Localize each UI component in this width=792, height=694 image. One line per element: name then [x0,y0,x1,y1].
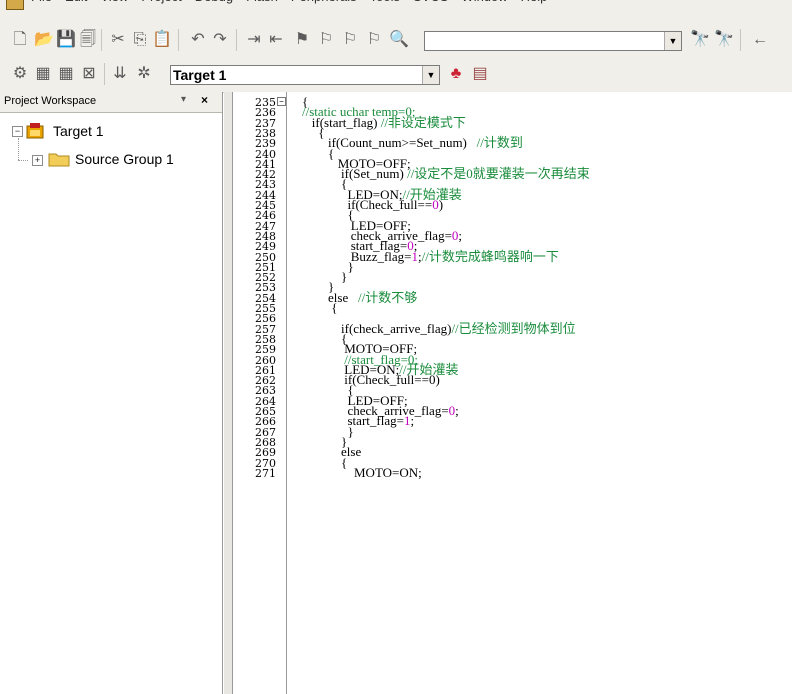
folder-icon [48,153,70,167]
code-comment: //计数完成蜂鸣器响一下 [421,248,559,264]
code-text: MOTO=ON; [302,464,422,480]
toolbar-separator [178,29,179,51]
fold-toggle-icon[interactable]: − [277,97,286,106]
menu-item-window[interactable]: Window [461,0,507,4]
tree-item-target[interactable]: Target 1 [53,123,104,139]
line-number: 271 [255,466,276,480]
line-number-gutter: − 235 236 237 238 239 240 241 242 243 244 245 246 24… [232,92,287,694]
download-icon[interactable]: ⇊ [110,64,130,84]
app-icon [6,0,24,10]
save-all-icon[interactable]: 🗐 [78,30,98,50]
tree-expander[interactable]: + [32,155,43,166]
code-line: if(Count_num>=Set_num) //计数到 [302,136,523,150]
code-comment: //非设定模式下 [380,114,466,130]
bookmark-next-icon[interactable]: ⚐ [340,30,360,50]
menu-item-tools[interactable]: Tools [370,0,400,4]
menu-item-edit[interactable]: Edit [65,0,87,4]
menu-item-debug[interactable]: Debug [195,0,233,4]
unindent-icon[interactable]: ⇤ [266,30,286,50]
tree-line [18,160,28,161]
code-text: ; [410,413,415,429]
close-icon[interactable]: × [201,93,208,107]
find-in-files-icon[interactable]: 🔍 [389,30,409,50]
main-toolbar: 🗋 📂 💾 🗐 ✂ ⎘ 📋 ↶ ↷ ⇥ ⇤ ⚑ ⚐ ⚐ ⚐ 🔍 ▼ 🔭 🔭 ← [0,22,792,58]
panel-splitter[interactable] [224,92,232,694]
code-comment: //设定不是0就要灌装一次再结束 [407,166,590,182]
paste-icon[interactable]: 📋 [152,30,172,50]
toolbar-separator [236,29,237,51]
code-line: MOTO=ON; [302,464,422,480]
save-icon[interactable]: 💾 [56,30,76,50]
search-combo[interactable]: ▼ [424,31,682,51]
tree-expander[interactable]: − [12,126,23,137]
bookmark-prev-icon[interactable]: ⚐ [316,30,336,50]
translate-icon[interactable]: ⚙ [10,64,30,84]
chevron-down-icon[interactable]: ▼ [422,66,439,84]
toolbar-separator [104,63,105,85]
code-text: ; [458,227,463,243]
panel-title: Project Workspace [4,95,97,107]
new-file-icon[interactable]: 🗋 [10,30,30,50]
code-text: ) [438,197,444,212]
code-text: { [302,300,338,315]
menu-item-svcs[interactable]: SVCS [413,0,448,4]
code-line: { [302,300,338,315]
menu-item-view[interactable]: View [100,0,128,4]
redo-icon[interactable]: ↷ [210,30,230,50]
menu-item-flash[interactable]: Flash [246,0,278,4]
panel-menu-icon[interactable]: ▾ [181,94,186,105]
code-comment: //计数不够 [357,289,418,305]
find-icon[interactable]: 🔭 [690,30,710,50]
menu-bar: File Edit View Project Debug Flash Peripherals… [0,0,792,23]
build-icon[interactable]: ▦ [33,64,53,84]
panel-header: Project Workspace ▾ × [0,92,222,113]
code-text: ; [455,403,459,418]
code-comment: //计数到 [476,135,523,151]
copy-icon[interactable]: ⎘ [130,30,150,50]
manage-components-icon[interactable]: ♣ [446,64,466,84]
indent-icon[interactable]: ⇥ [244,30,264,50]
target-combo[interactable]: Target 1 ▼ [170,65,440,85]
toolbar-separator [101,29,102,51]
menu-item-project[interactable]: Project [141,0,181,4]
cut-icon[interactable]: ✂ [108,30,128,50]
build-toolbar: ⚙ ▦ ▦ ⊠ ⇊ ✲ Target 1 ▼ ♣ ▤ [0,58,792,93]
code-line: if(start_flag) //非设定模式下 [302,114,466,130]
target-options-icon[interactable]: ✲ [134,64,154,84]
target-icon [26,123,44,139]
target-combo-value: Target 1 [173,67,227,83]
chevron-down-icon[interactable]: ▼ [664,32,681,50]
incremental-find-icon[interactable]: 🔭 [714,30,734,50]
rebuild-icon[interactable]: ▦ [56,64,76,84]
stop-build-icon[interactable]: ⊠ [79,64,99,84]
code-comment: //已经检测到物体到位 [451,320,576,336]
code-editor[interactable]: − 235 236 237 238 239 240 241 242 243 244 245 246 24… [232,92,792,694]
books-icon[interactable]: ▤ [470,64,490,84]
menu-item-help[interactable]: Help [521,0,548,4]
project-workspace-panel: Project Workspace ▾ × − Target 1 + Sourc… [0,92,223,694]
bookmark-clear-icon[interactable]: ⚐ [364,30,384,50]
menu-items: File Edit View Project Debug Flash Peripherals… [31,0,560,4]
undo-icon[interactable]: ↶ [188,30,208,50]
bookmark-toggle-icon[interactable]: ⚑ [292,30,312,50]
navigate-back-icon[interactable]: ← [750,30,770,50]
tree-item-source-group[interactable]: Source Group 1 [75,151,174,167]
tree-line [18,138,19,160]
menu-item-file[interactable]: File [31,0,52,4]
open-folder-icon[interactable]: 📂 [34,30,54,50]
toolbar-separator [740,29,741,51]
menu-item-peripherals[interactable]: Peripherals [291,0,357,4]
